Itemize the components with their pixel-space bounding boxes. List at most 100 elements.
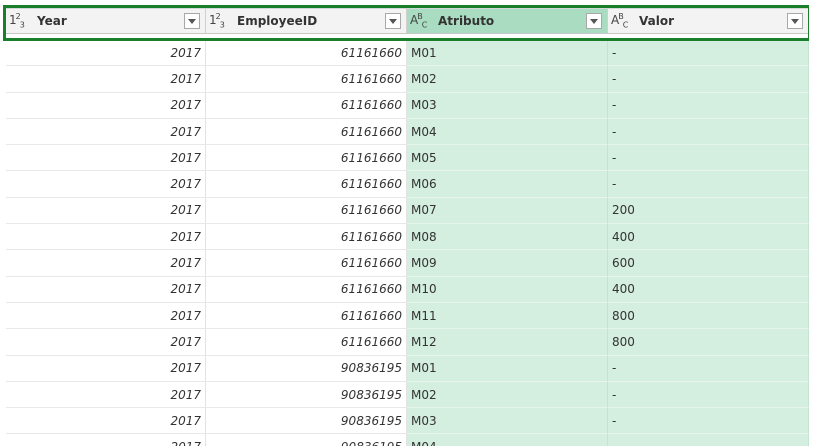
column-header-label: Valor: [639, 14, 675, 28]
cell-atributo[interactable]: M04: [407, 434, 608, 446]
cell-atributo[interactable]: M11: [407, 302, 608, 330]
cell-year[interactable]: 2017: [6, 408, 206, 435]
query-preview-grid: 123 Year 123 EmployeeID ABC Atributo ABC…: [6, 0, 809, 446]
cell-employeeid[interactable]: 61161660: [206, 145, 407, 172]
table-row[interactable]: 2017 61161660 M10 400: [6, 276, 809, 303]
table-row[interactable]: 2017 61161660 M11 800: [6, 302, 809, 330]
cell-year[interactable]: 2017: [6, 434, 206, 446]
column-header-year[interactable]: 123 Year: [6, 9, 206, 33]
cell-valor[interactable]: 800: [608, 302, 809, 330]
cell-valor[interactable]: -: [608, 40, 809, 67]
cell-year[interactable]: 2017: [6, 355, 206, 382]
chevron-down-icon: [188, 18, 196, 24]
cell-employeeid[interactable]: 61161660: [206, 302, 407, 330]
cell-valor[interactable]: -: [608, 145, 809, 172]
cell-atributo[interactable]: M01: [407, 355, 608, 382]
cell-employeeid[interactable]: 90836195: [206, 434, 407, 446]
cell-atributo[interactable]: M07: [407, 197, 608, 225]
cell-year[interactable]: 2017: [6, 40, 206, 67]
chevron-down-icon: [791, 18, 799, 24]
table-row[interactable]: 2017 61161660 M01-: [6, 40, 809, 67]
cell-year[interactable]: 2017: [6, 66, 206, 93]
table-row[interactable]: 201790836195M04-: [6, 434, 809, 446]
cell-valor[interactable]: 400: [608, 276, 809, 303]
cell-employeeid[interactable]: 61161660: [206, 197, 407, 225]
grid-body: 2017 61161660 M01-2017 61161660 M02-2017 6116…: [6, 40, 809, 446]
cell-year[interactable]: 2017: [6, 276, 206, 303]
whole-number-type-icon[interactable]: 123: [9, 12, 31, 29]
table-row[interactable]: 2017 61161660 M12 800: [6, 329, 809, 356]
cell-valor[interactable]: 800: [608, 329, 809, 356]
cell-year[interactable]: 2017: [6, 329, 206, 356]
column-header-atributo[interactable]: ABC Atributo: [407, 9, 608, 33]
cell-year[interactable]: 2017: [6, 197, 206, 225]
cell-atributo[interactable]: M05: [407, 145, 608, 172]
cell-employeeid[interactable]: 90836195: [206, 408, 407, 435]
cell-employeeid[interactable]: 61161660: [206, 250, 407, 277]
cell-valor[interactable]: -: [608, 92, 809, 119]
cell-valor[interactable]: -: [608, 66, 809, 93]
cell-employeeid[interactable]: 61161660: [206, 92, 407, 119]
cell-year[interactable]: 2017: [6, 224, 206, 251]
cell-employeeid[interactable]: 61161660: [206, 171, 407, 198]
table-row[interactable]: 2017 61161660 M05-: [6, 145, 809, 172]
cell-atributo[interactable]: M01: [407, 40, 608, 67]
cell-year[interactable]: 2017: [6, 145, 206, 172]
cell-atributo[interactable]: M09: [407, 250, 608, 277]
cell-employeeid[interactable]: 61161660: [206, 224, 407, 251]
cell-atributo[interactable]: M10: [407, 276, 608, 303]
cell-employeeid[interactable]: 61161660: [206, 66, 407, 93]
table-row[interactable]: 2017 61161660 M02-: [6, 66, 809, 93]
table-row[interactable]: 2017 90836195 M03-: [6, 408, 809, 435]
cell-valor[interactable]: 200: [608, 197, 809, 225]
cell-employeeid[interactable]: 61161660: [206, 329, 407, 356]
chevron-down-icon: [590, 18, 598, 24]
cell-valor[interactable]: -: [608, 171, 809, 198]
cell-employeeid[interactable]: 61161660: [206, 276, 407, 303]
filter-dropdown-button[interactable]: [385, 13, 401, 29]
cell-atributo[interactable]: M08: [407, 224, 608, 251]
cell-valor[interactable]: -: [608, 434, 809, 446]
cell-valor[interactable]: -: [608, 381, 809, 409]
cell-year[interactable]: 2017: [6, 250, 206, 277]
column-header-label: Year: [37, 14, 67, 28]
cell-employeeid[interactable]: 61161660: [206, 40, 407, 67]
column-header-valor[interactable]: ABC Valor: [608, 9, 809, 33]
cell-atributo[interactable]: M12: [407, 329, 608, 356]
cell-year[interactable]: 2017: [6, 118, 206, 146]
whole-number-type-icon[interactable]: 123: [209, 12, 231, 29]
filter-dropdown-button[interactable]: [787, 13, 803, 29]
cell-year[interactable]: 2017: [6, 302, 206, 330]
column-header-employeeid[interactable]: 123 EmployeeID: [206, 9, 407, 33]
cell-year[interactable]: 2017: [6, 381, 206, 409]
cell-employeeid[interactable]: 90836195: [206, 355, 407, 382]
table-row[interactable]: 2017 61161660 M09 600: [6, 250, 809, 277]
cell-atributo[interactable]: M02: [407, 381, 608, 409]
filter-dropdown-button[interactable]: [586, 13, 602, 29]
cell-atributo[interactable]: M06: [407, 171, 608, 198]
text-type-icon[interactable]: ABC: [410, 12, 432, 29]
cell-employeeid[interactable]: 90836195: [206, 381, 407, 409]
table-row[interactable]: 2017 90836195 M02-: [6, 381, 809, 409]
cell-atributo[interactable]: M03: [407, 408, 608, 435]
cell-year[interactable]: 2017: [6, 92, 206, 119]
cell-valor[interactable]: 600: [608, 250, 809, 277]
table-row[interactable]: 2017 61161660 M06-: [6, 171, 809, 198]
cell-valor[interactable]: -: [608, 118, 809, 146]
table-row[interactable]: 2017 61161660 M03-: [6, 92, 809, 119]
filter-dropdown-button[interactable]: [184, 13, 200, 29]
cell-valor[interactable]: 400: [608, 224, 809, 251]
table-row[interactable]: 2017 90836195 M01-: [6, 355, 809, 382]
cell-atributo[interactable]: M02: [407, 66, 608, 93]
table-row[interactable]: 2017 61161660 M07 200: [6, 197, 809, 225]
cell-atributo[interactable]: M03: [407, 92, 608, 119]
cell-valor[interactable]: -: [608, 408, 809, 435]
cell-employeeid[interactable]: 61161660: [206, 118, 407, 146]
cell-atributo[interactable]: M04: [407, 118, 608, 146]
table-row[interactable]: 2017 61161660 M04-: [6, 118, 809, 146]
column-header-label: EmployeeID: [237, 14, 318, 28]
text-type-icon[interactable]: ABC: [611, 12, 633, 29]
table-row[interactable]: 2017 61161660 M08 400: [6, 224, 809, 251]
cell-year[interactable]: 2017: [6, 171, 206, 198]
cell-valor[interactable]: -: [608, 355, 809, 382]
